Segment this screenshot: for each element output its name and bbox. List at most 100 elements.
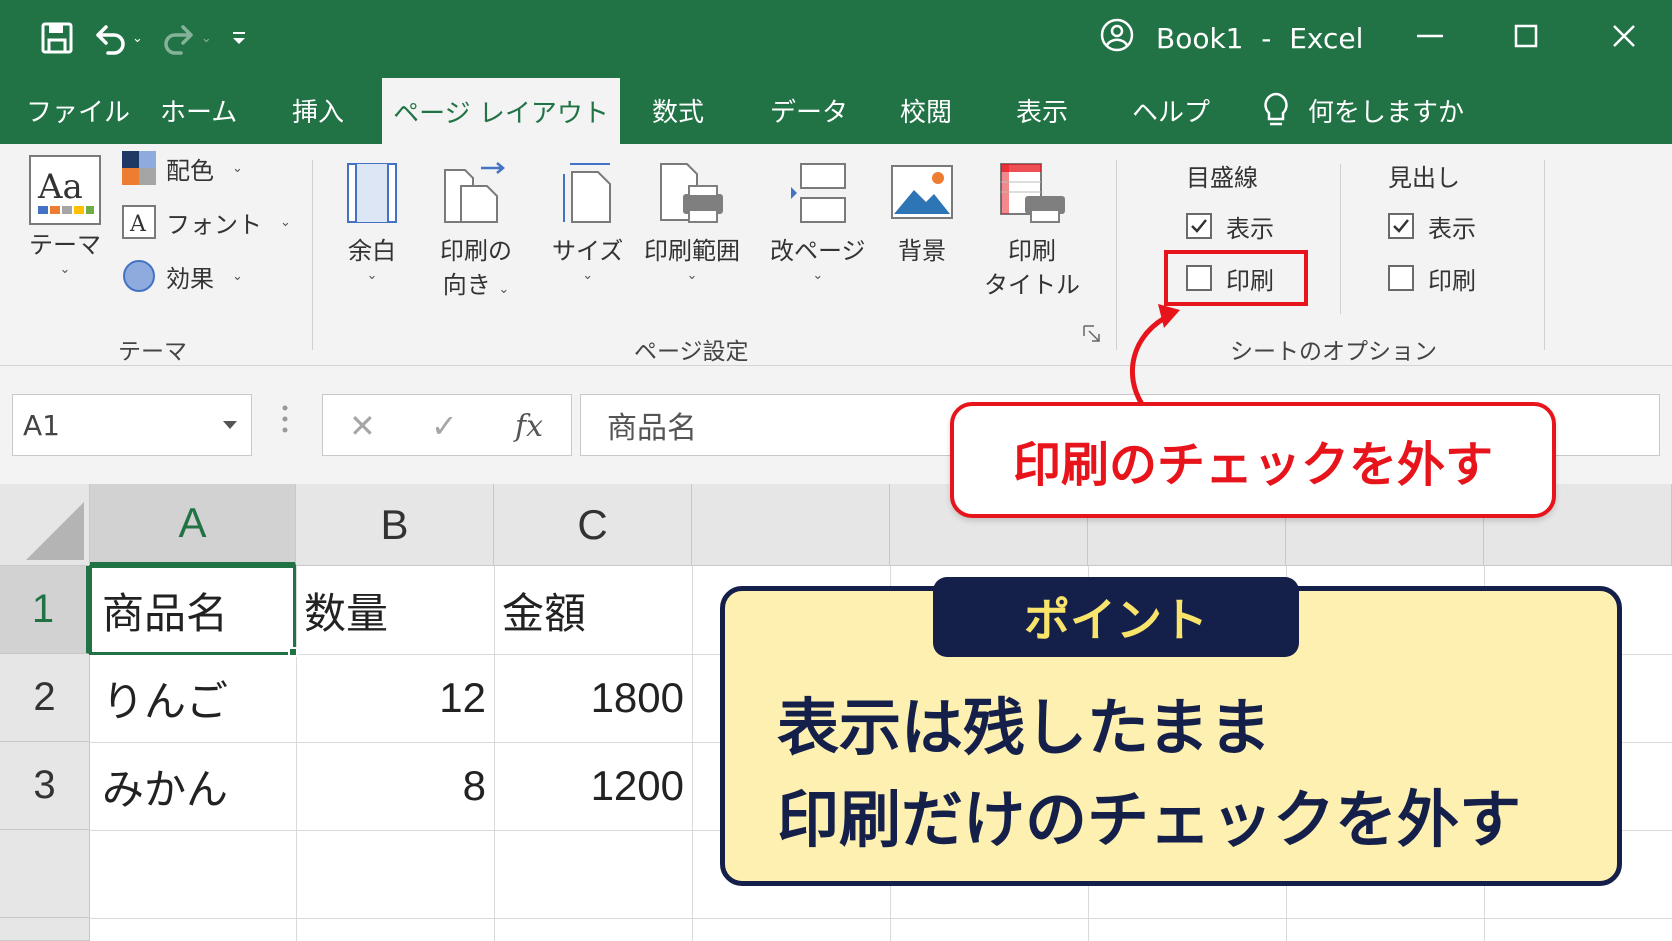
- point-tag: ポイント: [933, 577, 1299, 657]
- headings-view-label: 表示: [1428, 214, 1476, 243]
- print-titles-icon: [1000, 163, 1065, 223]
- print-titles-label-line2: タイトル: [984, 271, 1080, 299]
- tab-review[interactable]: 校閲: [900, 76, 952, 144]
- row-header-2[interactable]: 2: [0, 654, 90, 742]
- tab-page-layout[interactable]: ページ レイアウト: [382, 78, 620, 144]
- minimize-button[interactable]: [1400, 14, 1460, 58]
- dropdown-arrow-icon[interactable]: [223, 421, 237, 429]
- themes-icon: Aa: [29, 155, 101, 225]
- chevron-down-icon: ⌄: [232, 160, 243, 176]
- chevron-down-icon[interactable]: ⌄: [201, 31, 212, 46]
- customize-qat-icon[interactable]: [230, 28, 248, 48]
- breaks-button[interactable]: 改ページ ⌄: [770, 162, 866, 284]
- cell-b1[interactable]: 数量: [304, 566, 388, 654]
- column-header-d[interactable]: [692, 484, 890, 566]
- cell-b3[interactable]: 8: [296, 742, 486, 830]
- column-header-c[interactable]: C: [494, 484, 692, 566]
- checkbox-checked-icon[interactable]: [1388, 213, 1414, 239]
- fonts-label: フォント: [166, 210, 262, 239]
- cancel-icon[interactable]: ✕: [349, 395, 376, 457]
- callout-uncheck-print: 印刷のチェックを外す: [950, 402, 1556, 518]
- close-button[interactable]: [1594, 14, 1654, 58]
- name-box-value: A1: [23, 408, 60, 442]
- gridline: [692, 566, 693, 941]
- print-area-icon: [660, 163, 723, 223]
- group-separator: [1544, 160, 1545, 350]
- row-header-4[interactable]: [0, 830, 90, 918]
- themes-label: テーマ: [29, 231, 101, 259]
- account-icon[interactable]: [1100, 18, 1134, 59]
- cell-c3[interactable]: 1200: [494, 742, 684, 830]
- gridlines-heading: 目盛線: [1186, 164, 1258, 192]
- tab-home[interactable]: ホーム: [160, 76, 237, 144]
- background-button[interactable]: 背景: [890, 162, 954, 268]
- tab-insert[interactable]: 挿入: [292, 76, 344, 144]
- insert-function-icon[interactable]: fx: [515, 395, 543, 457]
- tab-help[interactable]: ヘルプ: [1132, 76, 1210, 144]
- breaks-label: 改ページ: [770, 237, 866, 265]
- breaks-icon: [790, 163, 846, 223]
- size-button[interactable]: サイズ ⌄: [552, 162, 623, 284]
- fonts-button[interactable]: A フォント ⌄: [122, 202, 291, 242]
- chevron-down-icon: ⌄: [280, 214, 291, 230]
- column-header-b[interactable]: B: [296, 484, 494, 566]
- print-titles-button[interactable]: 印刷 タイトル: [984, 162, 1080, 302]
- checkbox-unchecked-icon[interactable]: [1388, 265, 1414, 291]
- cell-c2[interactable]: 1800: [494, 654, 684, 742]
- tell-me-search[interactable]: 何をしますか: [1262, 76, 1464, 144]
- orientation-button[interactable]: 印刷の 向き ⌄: [440, 162, 512, 307]
- callout-arrow-icon: [1129, 304, 1180, 407]
- formula-buttons: ✕ ✓ fx: [322, 394, 572, 456]
- checkbox-checked-icon[interactable]: [1186, 213, 1212, 239]
- cell-a3[interactable]: みかん: [102, 742, 228, 830]
- name-box[interactable]: A1: [12, 394, 252, 456]
- quick-access-toolbar: ⌄ ⌄: [40, 18, 248, 58]
- fonts-icon: A: [122, 205, 156, 239]
- theme-group-label: テーマ: [118, 339, 187, 365]
- row-header-3[interactable]: 3: [0, 742, 90, 830]
- tab-view[interactable]: 表示: [1016, 76, 1068, 144]
- undo-icon[interactable]: ⌄: [92, 21, 143, 55]
- colors-icon: [122, 151, 156, 185]
- drag-handle-icon[interactable]: [282, 404, 288, 434]
- cell-a2[interactable]: りんご: [102, 654, 228, 742]
- themes-button[interactable]: Aa テーマ ⌄: [28, 154, 102, 278]
- save-icon[interactable]: [40, 21, 74, 55]
- headings-view-checkbox[interactable]: 表示: [1388, 208, 1476, 244]
- group-separator: [1340, 164, 1341, 314]
- enter-check-icon[interactable]: ✓: [431, 395, 458, 457]
- column-header-a[interactable]: A: [90, 484, 296, 566]
- sheet-options-group-label: シートのオプション: [1230, 339, 1437, 365]
- chevron-down-icon: ⌄: [59, 262, 71, 277]
- svg-text:Aa: Aa: [37, 167, 83, 207]
- dialog-launcher-icon[interactable]: [1082, 324, 1102, 344]
- print-area-button[interactable]: 印刷範囲 ⌄: [644, 162, 740, 284]
- tell-me-placeholder: 何をしますか: [1308, 97, 1465, 128]
- cell-b2[interactable]: 12: [296, 654, 486, 742]
- tab-file[interactable]: ファイル: [26, 76, 130, 144]
- ribbon-tabs: ファイル ホーム 挿入 ページ レイアウト 数式 データ 校閲 表示 ヘルプ 何…: [0, 76, 1672, 144]
- orientation-icon: [444, 162, 505, 223]
- margins-icon: [347, 163, 397, 223]
- margins-label: 余白: [348, 237, 396, 265]
- select-all-button[interactable]: [0, 484, 90, 566]
- point-line-1: 表示は残したまま: [777, 691, 1272, 764]
- margins-button[interactable]: 余白 ⌄: [346, 162, 398, 284]
- cell-c1[interactable]: 金額: [502, 566, 586, 654]
- fill-handle[interactable]: [288, 647, 298, 657]
- colors-button[interactable]: 配色 ⌄: [122, 148, 243, 188]
- row-header-1[interactable]: 1: [0, 566, 90, 654]
- effects-button[interactable]: 効果 ⌄: [122, 256, 243, 296]
- print-titles-label: 印刷 タイトル: [984, 234, 1080, 302]
- tab-formulas[interactable]: 数式: [652, 76, 704, 144]
- maximize-button[interactable]: [1496, 14, 1556, 58]
- chevron-down-icon[interactable]: ⌄: [132, 31, 143, 46]
- headings-print-checkbox[interactable]: 印刷: [1388, 260, 1476, 296]
- row-header-5[interactable]: [0, 918, 90, 941]
- redo-icon[interactable]: ⌄: [161, 21, 212, 55]
- size-label: サイズ: [552, 237, 624, 265]
- gridlines-view-checkbox[interactable]: 表示: [1186, 208, 1274, 244]
- print-titles-label-line1: 印刷: [1008, 237, 1056, 265]
- maximize-icon: [1514, 24, 1538, 48]
- tab-data[interactable]: データ: [770, 76, 848, 144]
